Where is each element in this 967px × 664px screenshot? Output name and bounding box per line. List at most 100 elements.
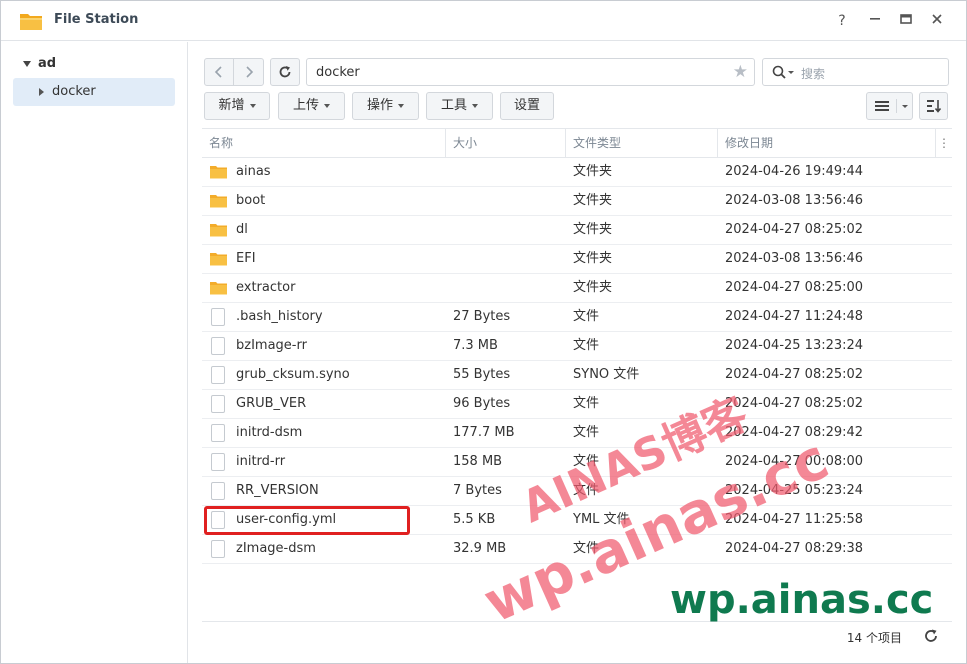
file-size: 177.7 MB xyxy=(453,425,515,440)
settings-button[interactable]: 设置 xyxy=(500,92,554,120)
upload-button[interactable]: 上传 xyxy=(278,92,345,120)
highlight-box xyxy=(204,506,410,535)
search-icon[interactable] xyxy=(772,65,796,81)
table-row[interactable]: ainas 文件夹 2024-04-26 19:49:44 xyxy=(202,158,952,187)
refresh-button[interactable] xyxy=(270,58,300,86)
file-size: 55 Bytes xyxy=(453,367,511,382)
sidebar-item-label: docker xyxy=(52,84,96,99)
caret-down-icon[interactable] xyxy=(23,61,31,67)
file-name: extractor xyxy=(236,280,296,295)
upload-label: 上传 xyxy=(292,98,319,113)
view-mode-button[interactable] xyxy=(866,92,913,120)
settings-label: 设置 xyxy=(513,98,540,113)
file-modified: 2024-04-27 08:25:02 xyxy=(725,222,864,237)
dropdown-caret-icon xyxy=(324,103,330,108)
file-name: initrd-dsm xyxy=(236,425,303,440)
file-name: .bash_history xyxy=(236,309,323,324)
help-button[interactable]: ? xyxy=(832,11,852,31)
file-name: grub_cksum.syno xyxy=(236,367,350,382)
sidebar: ad docker xyxy=(1,42,188,663)
dropdown-caret-icon xyxy=(472,103,478,108)
close-icon xyxy=(932,14,942,24)
file-name: bzImage-rr xyxy=(236,338,307,353)
table-row[interactable]: .bash_history 27 Bytes 文件 2024-04-27 11:24:… xyxy=(202,303,952,332)
folder-icon xyxy=(210,195,227,208)
chevron-left-icon xyxy=(214,66,222,78)
file-size: 7 Bytes xyxy=(453,483,502,498)
column-options-icon[interactable]: ⋮ xyxy=(935,129,952,157)
close-button[interactable] xyxy=(927,11,947,31)
search-input[interactable]: 搜索 xyxy=(762,58,949,86)
star-icon[interactable]: ★ xyxy=(733,62,748,82)
file-modified: 2024-04-27 08:25:02 xyxy=(725,367,864,382)
table-row[interactable]: extractor 文件夹 2024-04-27 08:25:00 xyxy=(202,274,952,303)
file-icon xyxy=(211,482,225,500)
sort-icon xyxy=(926,100,941,113)
table-header: 名称 大小 文件类型 修改日期 ⋮ xyxy=(202,128,952,158)
file-modified: 2024-03-08 13:56:46 xyxy=(725,193,864,208)
file-size: 27 Bytes xyxy=(453,309,511,324)
file-icon xyxy=(211,308,225,326)
file-type: SYNO 文件 xyxy=(573,367,640,382)
file-modified: 2024-04-27 08:25:00 xyxy=(725,280,864,295)
table-row[interactable]: initrd-dsm 177.7 MB 文件 2024-04-27 08:29:42 xyxy=(202,419,952,448)
chevron-right-icon xyxy=(245,66,253,78)
path-field[interactable]: docker ★ xyxy=(306,58,755,86)
file-type: 文件夹 xyxy=(573,193,613,208)
file-name: ainas xyxy=(236,164,271,179)
file-type: 文件 xyxy=(573,309,600,324)
file-type: 文件 xyxy=(573,338,600,353)
column-header-name[interactable]: 名称 xyxy=(202,129,445,157)
folder-app-icon xyxy=(20,14,42,30)
column-header-size[interactable]: 大小 xyxy=(445,129,565,157)
file-type: 文件夹 xyxy=(573,164,613,179)
minimize-button[interactable] xyxy=(865,11,885,31)
file-type: 文件夹 xyxy=(573,251,613,266)
tree-root-ad[interactable]: ad xyxy=(23,55,56,73)
tools-button[interactable]: 工具 xyxy=(426,92,493,120)
file-name: boot xyxy=(236,193,266,208)
column-header-type[interactable]: 文件类型 xyxy=(565,129,717,157)
sidebar-item-docker[interactable]: docker xyxy=(13,78,175,106)
sort-button[interactable] xyxy=(919,92,948,120)
file-icon xyxy=(211,424,225,442)
file-name: RR_VERSION xyxy=(236,483,319,498)
path-text: docker xyxy=(316,65,360,80)
forward-button[interactable] xyxy=(233,58,264,86)
dropdown-caret-icon xyxy=(398,103,404,108)
table-row[interactable]: dl 文件夹 2024-04-27 08:25:02 xyxy=(202,216,952,245)
file-modified: 2024-04-25 13:23:24 xyxy=(725,338,864,353)
file-name: zImage-dsm xyxy=(236,541,316,556)
file-name: initrd-rr xyxy=(236,454,286,469)
folder-icon xyxy=(210,282,227,295)
file-size: 32.9 MB xyxy=(453,541,507,556)
file-station-window: File Station ? ad docker docker ★ 搜索 新增 … xyxy=(0,0,967,664)
table-row[interactable]: EFI 文件夹 2024-03-08 13:56:46 xyxy=(202,245,952,274)
file-name: dl xyxy=(236,222,248,237)
tools-label: 工具 xyxy=(440,98,467,113)
minimize-icon xyxy=(870,18,880,20)
caret-right-icon[interactable] xyxy=(39,88,44,96)
file-modified: 2024-04-26 19:49:44 xyxy=(725,164,864,179)
table-row[interactable]: GRUB_VER 96 Bytes 文件 2024-04-27 08:25:02 xyxy=(202,390,952,419)
table-row[interactable]: boot 文件夹 2024-03-08 13:56:46 xyxy=(202,187,952,216)
create-button[interactable]: 新增 xyxy=(204,92,270,120)
file-name: GRUB_VER xyxy=(236,396,307,411)
table-row[interactable]: grub_cksum.syno 55 Bytes SYNO 文件 2024-04-27… xyxy=(202,361,952,390)
maximize-button[interactable] xyxy=(896,11,916,31)
folder-icon xyxy=(210,224,227,237)
file-icon xyxy=(211,395,225,413)
item-count: 14 个项目 xyxy=(846,631,902,645)
file-icon xyxy=(211,366,225,384)
back-button[interactable] xyxy=(204,58,234,86)
table-row[interactable]: bzImage-rr 7.3 MB 文件 2024-04-25 13:23:24 xyxy=(202,332,952,361)
column-header-modified[interactable]: 修改日期 xyxy=(717,129,935,157)
file-type: 文件夹 xyxy=(573,222,613,237)
action-button[interactable]: 操作 xyxy=(352,92,419,120)
status-bar: 14 个项目 xyxy=(202,621,952,651)
folder-icon xyxy=(210,253,227,266)
file-name: EFI xyxy=(236,251,256,266)
file-icon xyxy=(211,337,225,355)
watermark-url-green: wp.ainas.cc xyxy=(670,577,934,623)
refresh-icon[interactable] xyxy=(922,627,940,645)
